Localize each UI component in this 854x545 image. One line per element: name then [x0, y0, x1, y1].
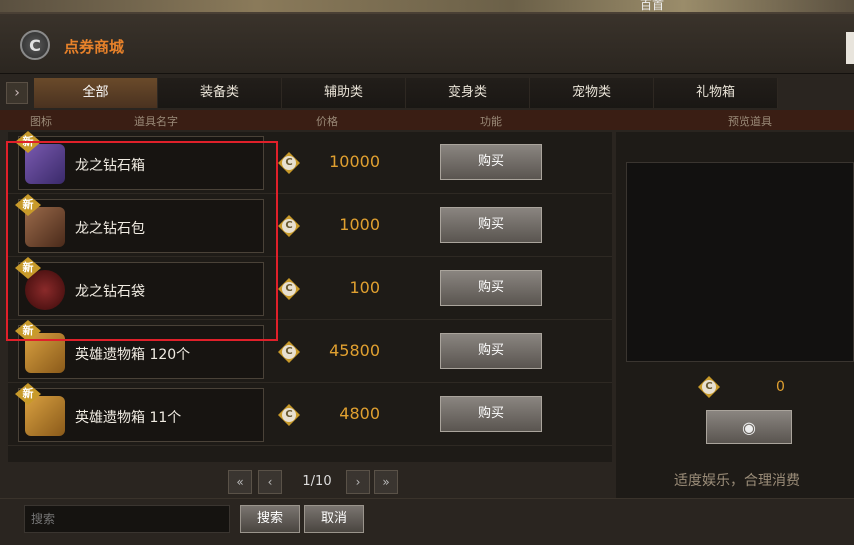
cancel-button[interactable]: 取消 — [304, 505, 364, 533]
expand-arrow-icon[interactable]: › — [6, 82, 28, 104]
search-button[interactable]: 搜索 — [240, 505, 300, 533]
moderation-slogan: 适度娱乐，合理消费 — [674, 473, 800, 489]
col-icon: 图标 — [30, 115, 52, 128]
item-name-box[interactable]: 新 龙之钻石袋 — [15, 257, 264, 316]
item-name: 英雄遗物箱 120个 — [75, 347, 191, 363]
item-price: 4800 — [339, 404, 380, 423]
list-item: 新 英雄遗物箱 120个 45800 购买 — [8, 320, 612, 383]
item-name-box[interactable]: 新 英雄遗物箱 11个 — [15, 383, 264, 442]
coupon-price-icon — [278, 152, 300, 174]
list-item: 新 英雄遗物箱 11个 4800 购买 — [8, 383, 612, 446]
item-price: 45800 — [329, 341, 380, 360]
item-name-box[interactable]: 新 龙之钻石箱 — [15, 131, 264, 190]
coupon-price-icon — [278, 278, 300, 300]
page-indicator: 1/10 — [302, 474, 332, 489]
preview-item-box — [626, 162, 854, 362]
tab-gift-box[interactable]: 礼物箱 — [654, 78, 778, 108]
tab-transform[interactable]: 变身类 — [406, 78, 530, 108]
item-name: 龙之钻石袋 — [75, 284, 145, 300]
item-price: 100 — [349, 278, 380, 297]
item-list: 新 龙之钻石箱 10000 购买 新 龙之钻石包 1000 购买 新 龙之钻石袋 — [8, 131, 612, 462]
title-bar: C 点券商城 — [0, 14, 854, 74]
col-price: 价格 — [316, 115, 338, 128]
list-item: 新 龙之钻石包 1000 购买 — [8, 194, 612, 257]
search-bar: 搜索 取消 — [0, 498, 854, 545]
category-tabs: 全部 装备类 辅助类 变身类 宠物类 礼物箱 — [34, 78, 854, 108]
first-page-button[interactable]: « — [228, 470, 252, 494]
window-title: 点券商城 — [64, 38, 125, 56]
buy-button[interactable]: 购买 — [440, 396, 542, 432]
item-price: 1000 — [339, 215, 380, 234]
item-name: 英雄遗物箱 11个 — [75, 410, 182, 426]
money-bag-button[interactable]: ◉ — [706, 410, 792, 444]
tab-pet[interactable]: 宠物类 — [530, 78, 654, 108]
col-preview: 预览道具 — [728, 115, 772, 128]
coupon-total-icon — [698, 376, 720, 398]
buy-button[interactable]: 购买 — [440, 333, 542, 369]
coupon-price-icon — [278, 404, 300, 426]
coupon-coin-icon: C — [20, 30, 50, 60]
tab-auxiliary[interactable]: 辅助类 — [282, 78, 406, 108]
coupon-price-icon — [278, 341, 300, 363]
col-function: 功能 — [480, 115, 502, 128]
last-page-button[interactable]: » — [374, 470, 398, 494]
money-bag-icon: ◉ — [742, 417, 756, 437]
search-input[interactable] — [24, 505, 230, 533]
preview-panel: 0 ◉ 适度娱乐，合理消费 — [616, 132, 854, 502]
item-name: 龙之钻石箱 — [75, 158, 145, 174]
buy-button[interactable]: 购买 — [440, 270, 542, 306]
item-price: 10000 — [329, 152, 380, 171]
tab-all[interactable]: 全部 — [34, 78, 158, 108]
list-item: 新 龙之钻石箱 10000 购买 — [8, 131, 612, 194]
item-name: 龙之钻石包 — [75, 221, 145, 237]
col-name: 道具名字 — [134, 115, 178, 128]
buy-button[interactable]: 购买 — [440, 207, 542, 243]
prev-page-button[interactable]: ‹ — [258, 470, 282, 494]
list-item: 新 龙之钻石袋 100 购买 — [8, 257, 612, 320]
column-headers: 图标 道具名字 价格 功能 预览道具 — [0, 110, 854, 130]
coupon-price-icon — [278, 215, 300, 237]
game-background-strip: 百首 — [0, 0, 854, 12]
window-edge — [846, 32, 854, 64]
item-name-box[interactable]: 新 英雄遗物箱 120个 — [15, 320, 264, 379]
next-page-button[interactable]: › — [346, 470, 370, 494]
tab-equipment[interactable]: 装备类 — [158, 78, 282, 108]
buy-button[interactable]: 购买 — [440, 144, 542, 180]
item-name-box[interactable]: 新 龙之钻石包 — [15, 194, 264, 253]
preview-total: 0 — [776, 379, 785, 395]
coupon-shop-window: C 点券商城 › 全部 装备类 辅助类 变身类 宠物类 礼物箱 图标 道具名字 … — [0, 12, 854, 545]
